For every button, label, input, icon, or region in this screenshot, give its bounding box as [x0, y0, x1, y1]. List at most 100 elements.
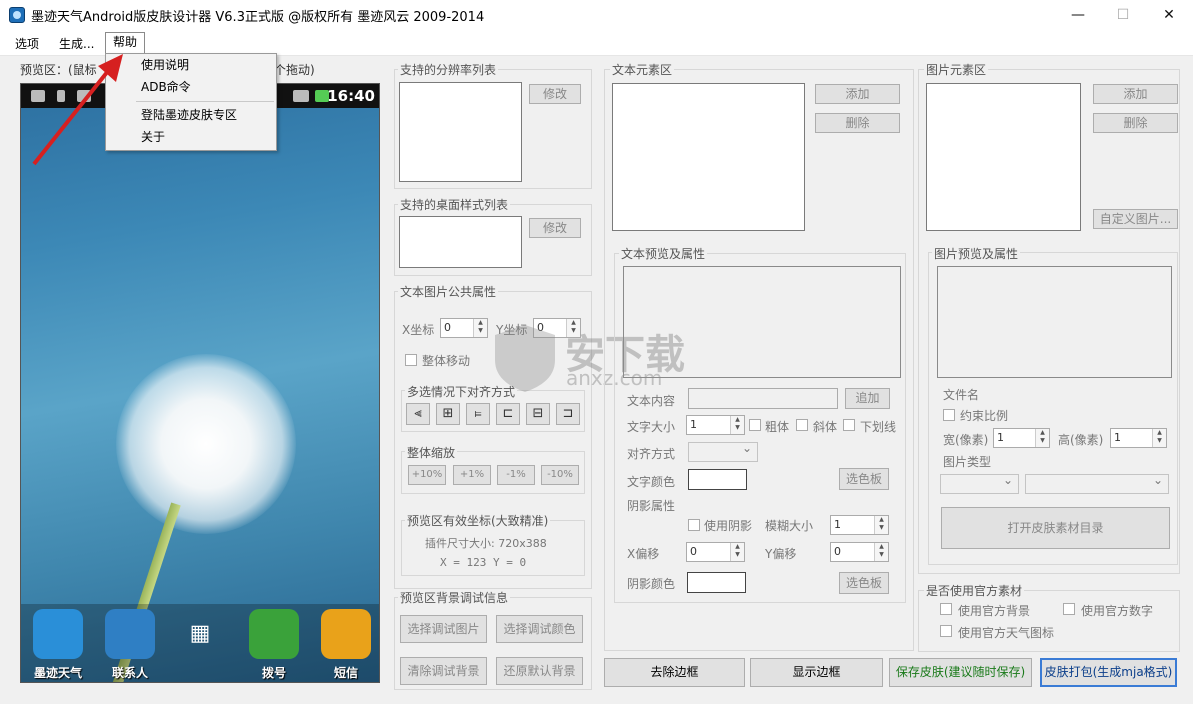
select-debug-color-button[interactable]: 选择调试颜色 — [496, 615, 583, 643]
common-props-title: 文本图片公共属性 — [398, 283, 499, 300]
underline-label: 下划线 — [860, 420, 897, 434]
x-coord-spinner[interactable]: 0 — [440, 318, 488, 338]
menu-generate[interactable]: 生成... — [52, 34, 101, 54]
text-append-button[interactable]: 追加 — [845, 388, 890, 409]
underline-checkbox[interactable] — [843, 419, 855, 431]
show-border-button[interactable]: 显示边框 — [750, 658, 883, 687]
shadow-color-swatch[interactable] — [687, 572, 746, 593]
desktop-style-list[interactable] — [399, 216, 522, 268]
italic-checkbox[interactable] — [796, 419, 808, 431]
resolution-edit-button[interactable]: 修改 — [529, 84, 581, 104]
x-offset-label: X偏移 — [627, 547, 660, 561]
image-preview-title: 图片预览及属性 — [932, 245, 1021, 262]
save-skin-button[interactable]: 保存皮肤(建议随时保存) — [889, 658, 1032, 687]
bg-debug-title: 预览区背景调试信息 — [398, 589, 511, 606]
text-size-spinner[interactable]: 1 — [686, 415, 745, 435]
sms-icon[interactable] — [321, 609, 371, 659]
signal-icon — [293, 90, 309, 102]
scale-title: 整体缩放 — [405, 444, 458, 461]
title-bar: 墨迹天气Android版皮肤设计器 V6.3正式版 @版权所有 墨迹风云 200… — [0, 0, 1193, 30]
close-button[interactable]: ✕ — [1146, 0, 1192, 30]
select-debug-image-button[interactable]: 选择调试图片 — [400, 615, 487, 643]
scale-plus1-button[interactable]: +1% — [453, 465, 491, 485]
image-elements-title: 图片元素区 — [924, 61, 989, 78]
menu-item-adb[interactable]: ADB命令 — [106, 77, 276, 98]
blur-spinner[interactable]: 1 — [830, 515, 889, 535]
keep-ratio-label: 约束比例 — [960, 409, 1009, 423]
remove-border-button[interactable]: 去除边框 — [604, 658, 745, 687]
menu-item-login[interactable]: 登陆墨迹皮肤专区 — [106, 105, 276, 126]
text-content-input[interactable] — [688, 388, 838, 409]
minimize-button[interactable]: — — [1055, 0, 1101, 30]
text-color-swatch[interactable] — [688, 469, 747, 490]
move-all-checkbox[interactable] — [405, 354, 417, 366]
bold-checkbox[interactable] — [749, 419, 761, 431]
restore-default-bg-button[interactable]: 还原默认背景 — [496, 657, 583, 685]
app-label-contacts: 联系人 — [111, 666, 148, 680]
official-digits-label: 使用官方数字 — [1081, 604, 1154, 618]
app-label-dial: 拨号 — [261, 666, 286, 680]
app-label-sms: 短信 — [333, 666, 358, 680]
image-elements-list[interactable] — [926, 83, 1081, 231]
phone-dial-icon[interactable] — [249, 609, 299, 659]
menu-options[interactable]: 选项 — [8, 34, 46, 54]
desktop-style-edit-button[interactable]: 修改 — [529, 218, 581, 238]
text-preview-title: 文本预览及属性 — [619, 245, 708, 262]
align-bottom-icon[interactable]: ⫢ — [466, 403, 490, 425]
y-offset-spinner[interactable]: 0 — [830, 542, 889, 562]
use-shadow-label: 使用阴影 — [704, 519, 753, 533]
coords-readout: X = 123 Y = 0 — [440, 556, 527, 569]
pack-skin-button[interactable]: 皮肤打包(生成mja格式) — [1040, 658, 1177, 687]
official-weather-checkbox[interactable] — [940, 625, 952, 637]
image-type-label: 图片类型 — [943, 455, 992, 469]
height-label: 高(像素) — [1058, 433, 1104, 447]
text-palette-button[interactable]: 选色板 — [839, 468, 889, 490]
text-elements-list[interactable] — [612, 83, 805, 231]
official-bg-checkbox[interactable] — [940, 603, 952, 615]
text-color-label: 文字颜色 — [627, 475, 676, 489]
keep-ratio-checkbox[interactable] — [943, 409, 955, 421]
align-mode-label: 对齐方式 — [627, 447, 676, 461]
menu-item-about[interactable]: 关于 — [106, 127, 276, 148]
app-grid-icon[interactable]: ▦ — [186, 622, 214, 646]
text-add-button[interactable]: 添加 — [815, 84, 900, 104]
align-right-edge-icon[interactable]: ⊏ — [496, 403, 520, 425]
custom-image-button[interactable]: 自定义图片... — [1093, 209, 1178, 229]
image-add-button[interactable]: 添加 — [1093, 84, 1178, 104]
align-left-icon[interactable]: ⫷ — [406, 403, 430, 425]
help-dropdown: 使用说明 ADB命令 登陆墨迹皮肤专区 关于 — [105, 53, 277, 151]
text-delete-button[interactable]: 删除 — [815, 113, 900, 133]
clear-debug-bg-button[interactable]: 清除调试背景 — [400, 657, 487, 685]
text-elements-title: 文本元素区 — [610, 61, 675, 78]
image-subtype-select[interactable] — [1025, 473, 1169, 494]
resolution-list[interactable] — [399, 82, 522, 182]
open-material-dir-button[interactable]: 打开皮肤素材目录 — [941, 507, 1170, 549]
scale-plus10-button[interactable]: +10% — [408, 465, 446, 485]
official-digits-checkbox[interactable] — [1063, 603, 1075, 615]
phone-preview[interactable]: 16:40 ▦ 墨迹天气 联系人 拨号 短信 — [20, 83, 380, 683]
shadow-palette-button[interactable]: 选色板 — [839, 572, 889, 594]
height-spinner[interactable]: 1 — [1110, 428, 1167, 448]
menu-item-usage[interactable]: 使用说明 — [106, 55, 276, 76]
text-preview-box — [623, 266, 901, 378]
scale-minus1-button[interactable]: -1% — [497, 465, 535, 485]
italic-label: 斜体 — [813, 420, 838, 434]
contacts-icon[interactable] — [105, 609, 155, 659]
align-right-icon[interactable]: ⊐ — [556, 403, 580, 425]
x-offset-spinner[interactable]: 0 — [686, 542, 745, 562]
move-all-label: 整体移动 — [422, 354, 471, 368]
image-delete-button[interactable]: 删除 — [1093, 113, 1178, 133]
align-mode-select[interactable] — [688, 441, 758, 462]
width-label: 宽(像素) — [943, 433, 989, 447]
image-type-select[interactable] — [940, 473, 1019, 494]
align-hcenter-icon[interactable]: ⊞ — [436, 403, 460, 425]
align-vcenter-icon[interactable]: ⊟ — [526, 403, 550, 425]
official-bg-label: 使用官方背景 — [958, 604, 1031, 618]
use-shadow-checkbox[interactable] — [688, 519, 700, 531]
maximize-button[interactable]: ☐ — [1100, 0, 1146, 30]
red-arrow-icon — [32, 54, 123, 166]
desktop-style-title: 支持的桌面样式列表 — [398, 196, 511, 213]
moji-weather-icon[interactable] — [33, 609, 83, 659]
width-spinner[interactable]: 1 — [993, 428, 1050, 448]
scale-minus10-button[interactable]: -10% — [541, 465, 579, 485]
